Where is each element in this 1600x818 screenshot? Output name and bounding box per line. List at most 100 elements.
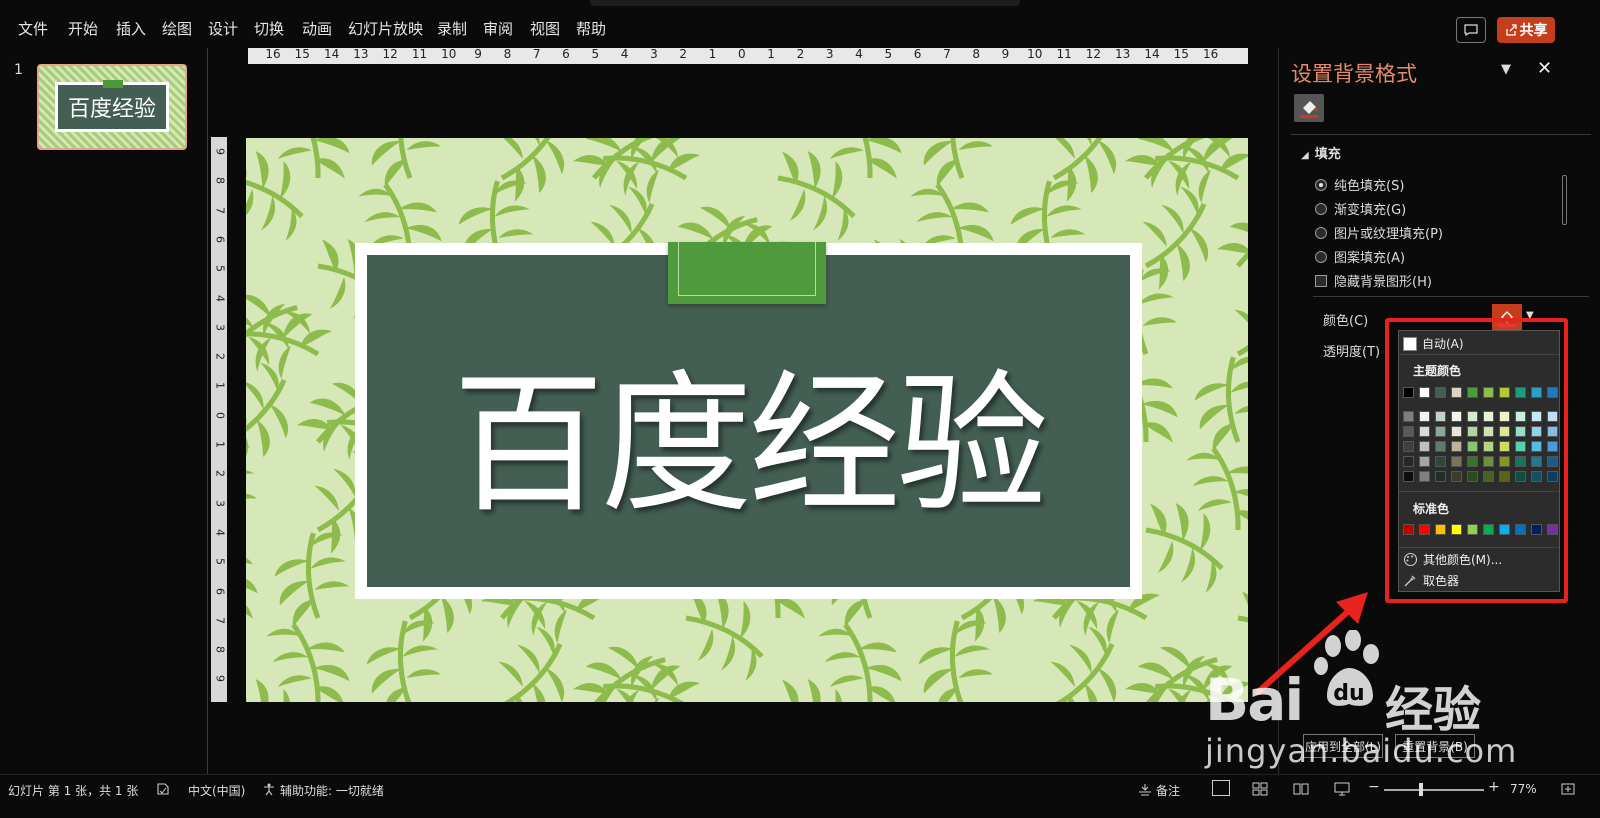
share-label: 共享 xyxy=(1519,23,1548,39)
transparency-label: 透明度(T) xyxy=(1323,345,1381,360)
ruler-tick: 4 xyxy=(855,48,863,61)
ruler-tick: 11 xyxy=(411,48,428,61)
language-status[interactable]: 中文(中国) xyxy=(188,782,245,799)
ruler-tick: 3 xyxy=(213,323,227,331)
share-icon xyxy=(1505,24,1517,36)
ruler-tick: 10 xyxy=(441,48,457,61)
thumbnail-title: 百度经验 xyxy=(58,85,166,129)
ruler-tick: 3 xyxy=(825,48,834,61)
radio-button[interactable] xyxy=(1315,250,1327,263)
ruler-tick: 3 xyxy=(650,48,658,61)
watermark-url: jingyan.baidu.com xyxy=(1205,732,1518,770)
fill-section-header[interactable]: ◢ 填充 xyxy=(1301,143,1341,162)
slideshow-icon[interactable] xyxy=(1334,782,1350,799)
slide-thumbnail[interactable]: 百度经验 xyxy=(37,64,187,150)
ruler-tick: 9 xyxy=(213,148,227,155)
ruler-tick: 12 xyxy=(382,48,398,61)
comments-button[interactable] xyxy=(1456,17,1486,43)
color-label: 颜色(C) xyxy=(1323,314,1369,329)
zoom-in-button[interactable]: + xyxy=(1488,779,1500,795)
slide-sorter-icon[interactable] xyxy=(1252,782,1268,799)
menu-tab-2[interactable]: 插入 xyxy=(116,18,146,39)
radio-gradient-fill[interactable]: 渐变填充(G) xyxy=(1315,199,1406,218)
radio-pattern-fill[interactable]: 图案填充(A) xyxy=(1315,247,1405,266)
ruler-tick: 1 xyxy=(708,48,717,61)
radio-button[interactable] xyxy=(1315,178,1327,191)
accessibility-status[interactable]: 辅助功能: 一切就绪 xyxy=(280,782,384,799)
zoom-slider-thumb[interactable] xyxy=(1419,783,1423,796)
hide-bg-graphics-checkbox[interactable]: 隐藏背景图形(H) xyxy=(1315,271,1432,290)
menu-tab-5[interactable]: 切换 xyxy=(254,18,284,39)
menu-tab-7[interactable]: 幻灯片放映 xyxy=(348,18,423,39)
slide-canvas[interactable]: 百度经验 xyxy=(246,138,1248,702)
ruler-tick: 15 xyxy=(1173,48,1189,61)
ruler-tick: 5 xyxy=(213,265,227,273)
ruler-tick: 5 xyxy=(884,48,893,61)
panel-options-icon[interactable]: ▼ xyxy=(1501,62,1511,77)
ruler-tick: 4 xyxy=(213,528,227,536)
radio-solid-fill[interactable]: 纯色填充(S) xyxy=(1315,175,1404,194)
ruler-tick: 12 xyxy=(1085,48,1102,61)
share-button[interactable]: 共享 xyxy=(1497,17,1555,43)
title-search-box[interactable] xyxy=(590,0,1020,6)
ruler-tick: 14 xyxy=(1144,48,1160,61)
radio-label: 渐变填充(G) xyxy=(1334,203,1407,218)
watermark-cn-text: 经验 xyxy=(1385,682,1482,738)
menu-tab-10[interactable]: 视图 xyxy=(530,18,560,39)
status-bar: 幻灯片 第 1 张，共 1 张 中文(中国) 辅助功能: 一切就绪 备注 − +… xyxy=(0,774,1600,818)
ruler-tick: 13 xyxy=(353,48,369,61)
menu-tab-6[interactable]: 动画 xyxy=(302,18,332,39)
radio-button[interactable] xyxy=(1315,226,1327,239)
ruler-tick: 2 xyxy=(213,353,227,361)
reading-view-icon[interactable] xyxy=(1293,782,1309,799)
notes-icon[interactable] xyxy=(1137,782,1153,799)
watermark-logo-text: Bai xyxy=(1205,666,1304,734)
radio-picture-fill[interactable]: 图片或纹理填充(P) xyxy=(1315,223,1443,242)
tab-inner-line xyxy=(678,242,816,296)
notes-button[interactable]: 备注 xyxy=(1156,782,1180,799)
watermark-du: du xyxy=(1333,681,1364,706)
fill-bucket-icon[interactable] xyxy=(1294,94,1324,122)
menu-tab-1[interactable]: 开始 xyxy=(68,18,98,39)
ruler-tick: 1 xyxy=(213,441,227,448)
panel-scrollbar[interactable] xyxy=(1562,175,1567,225)
ruler-tick: 4 xyxy=(620,48,629,61)
red-highlight-annotation xyxy=(1385,318,1568,603)
ruler-tick: 10 xyxy=(1027,48,1043,61)
menu-tab-8[interactable]: 录制 xyxy=(437,18,467,39)
fill-header-label: 填充 xyxy=(1314,147,1341,162)
close-icon[interactable]: ✕ xyxy=(1537,58,1552,79)
collapse-triangle-icon: ◢ xyxy=(1301,150,1309,161)
menu-tab-11[interactable]: 帮助 xyxy=(576,18,606,39)
ruler-tick: 8 xyxy=(213,177,227,185)
ruler-tick: 1 xyxy=(213,382,227,390)
ruler-tick: 15 xyxy=(294,48,310,61)
menu-tab-3[interactable]: 绘图 xyxy=(162,18,192,39)
menu-tab-4[interactable]: 设计 xyxy=(208,18,238,39)
panel-divider xyxy=(1291,134,1591,135)
decorative-tab[interactable] xyxy=(668,242,826,304)
checkbox[interactable] xyxy=(1315,274,1327,287)
ruler-tick: 16 xyxy=(1202,48,1219,61)
ruler-tick: 14 xyxy=(323,48,340,61)
zoom-out-button[interactable]: − xyxy=(1368,779,1380,795)
fit-slide-icon[interactable] xyxy=(1560,782,1576,799)
ruler-tick: 6 xyxy=(562,48,570,61)
pane-divider[interactable] xyxy=(207,48,208,774)
ruler-tick: 9 xyxy=(1001,48,1010,61)
normal-view-icon[interactable] xyxy=(1212,780,1230,796)
baidu-watermark: du Bai 经验 jingyan.baidu.com xyxy=(1205,630,1525,780)
menu-tab-9[interactable]: 审阅 xyxy=(483,18,513,39)
checkbox-label: 隐藏背景图形(H) xyxy=(1334,275,1432,290)
ruler-tick: 9 xyxy=(474,48,482,61)
ruler-tick: 9 xyxy=(213,675,227,683)
menu-tab-0[interactable]: 文件 xyxy=(18,18,48,39)
ruler-tick: 7 xyxy=(213,616,227,624)
zoom-slider[interactable] xyxy=(1384,789,1484,791)
zoom-level[interactable]: 77% xyxy=(1510,782,1537,796)
accessibility-icon[interactable] xyxy=(262,782,276,799)
ruler-tick: 16 xyxy=(265,48,281,61)
radio-button[interactable] xyxy=(1315,202,1327,215)
slide-title[interactable]: 百度经验 xyxy=(453,321,1049,541)
spellcheck-icon[interactable] xyxy=(156,782,170,799)
